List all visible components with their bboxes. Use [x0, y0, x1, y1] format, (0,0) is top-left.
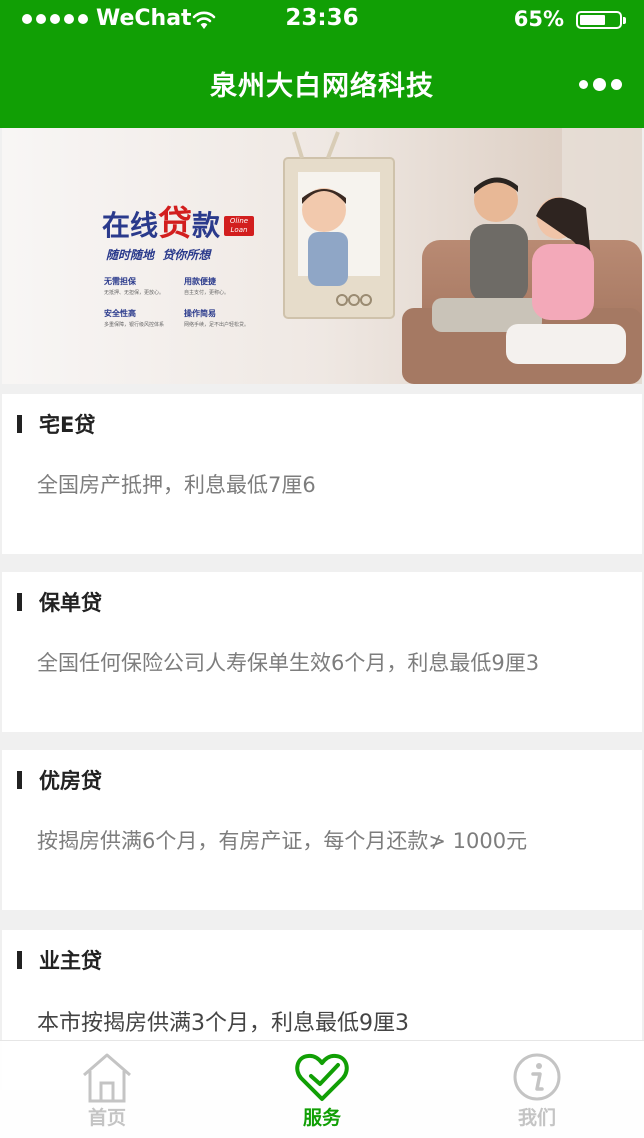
product-description: 本市按揭房供满3个月，利息最低9厘3	[37, 1011, 409, 1036]
feature-convenient: 用款便捷 自主支付，更称心。	[184, 277, 230, 296]
product-title: 保单贷	[39, 591, 102, 615]
info-icon	[513, 1053, 561, 1101]
product-description: 按揭房供满6个月，有房产证，每个月还款≯ 1000元	[37, 829, 528, 853]
product-description: 全国任何保险公司人寿保单生效6个月，利息最低9厘3	[37, 651, 540, 675]
tab-bar: 首页 服务 我们	[0, 1040, 644, 1138]
banner-headline-loan-char: 贷	[158, 204, 193, 244]
tab-services[interactable]: 服务	[215, 1041, 429, 1138]
banner-headline: 在线贷款	[102, 196, 220, 245]
product-title: 业主贷	[39, 949, 102, 973]
product-title: 优房贷	[39, 769, 102, 793]
product-title: 宅E贷	[39, 413, 96, 437]
banner-slogan: 随时随地 贷你所想	[106, 248, 211, 262]
tab-label: 我们	[517, 1107, 556, 1129]
app-screen: WeChat 23:36 65% 泉州大白网络科技 在线贷款 Oline Loa…	[0, 0, 644, 1138]
more-options-button[interactable]	[579, 78, 622, 91]
navigation-bar: 泉州大白网络科技	[0, 40, 644, 128]
feature-no-guarantee: 无需担保 无抵押、无担保，更放心。	[104, 277, 165, 296]
title-marker	[17, 951, 22, 969]
title-marker	[17, 771, 22, 789]
battery-level	[580, 15, 605, 25]
status-bar: WeChat 23:36 65%	[0, 0, 644, 40]
page-title: 泉州大白网络科技	[210, 71, 434, 102]
title-marker	[17, 593, 22, 611]
oline-loan-badge: Oline Loan	[224, 216, 254, 236]
banner-headline-kuan: 款	[192, 209, 221, 242]
banner-headline-online: 在线	[102, 209, 159, 242]
tab-about-us[interactable]: 我们	[430, 1041, 644, 1138]
tab-label: 首页	[87, 1107, 126, 1129]
tab-label: 服务	[302, 1107, 341, 1129]
product-card-you-fang-dai[interactable]: 优房贷 按揭房供满6个月，有房产证，每个月还款≯ 1000元	[2, 750, 642, 910]
battery-percent: 65%	[513, 7, 564, 31]
feature-security: 安全性高 多重保障，银行级风控体系	[104, 309, 165, 328]
promo-banner[interactable]: 在线贷款 Oline Loan 随时随地 贷你所想 无需担保 无抵押、无担保，更…	[2, 128, 642, 384]
battery-icon	[576, 11, 626, 29]
product-card-zhai-e-dai[interactable]: 宅E贷 全国房产抵押，利息最低7厘6	[2, 394, 642, 554]
tab-home[interactable]: 首页	[0, 1041, 214, 1138]
title-marker	[17, 415, 22, 433]
banner-illustration	[2, 128, 642, 384]
product-card-bao-dan-dai[interactable]: 保单贷 全国任何保险公司人寿保单生效6个月，利息最低9厘3	[2, 572, 642, 732]
heart-check-icon	[295, 1053, 349, 1101]
feature-easy-operation: 操作简易 网络手续，足不出户轻松贷。	[184, 309, 250, 328]
product-description: 全国房产抵押，利息最低7厘6	[37, 473, 316, 497]
more-dots-icon	[579, 80, 588, 89]
home-icon	[83, 1053, 131, 1103]
